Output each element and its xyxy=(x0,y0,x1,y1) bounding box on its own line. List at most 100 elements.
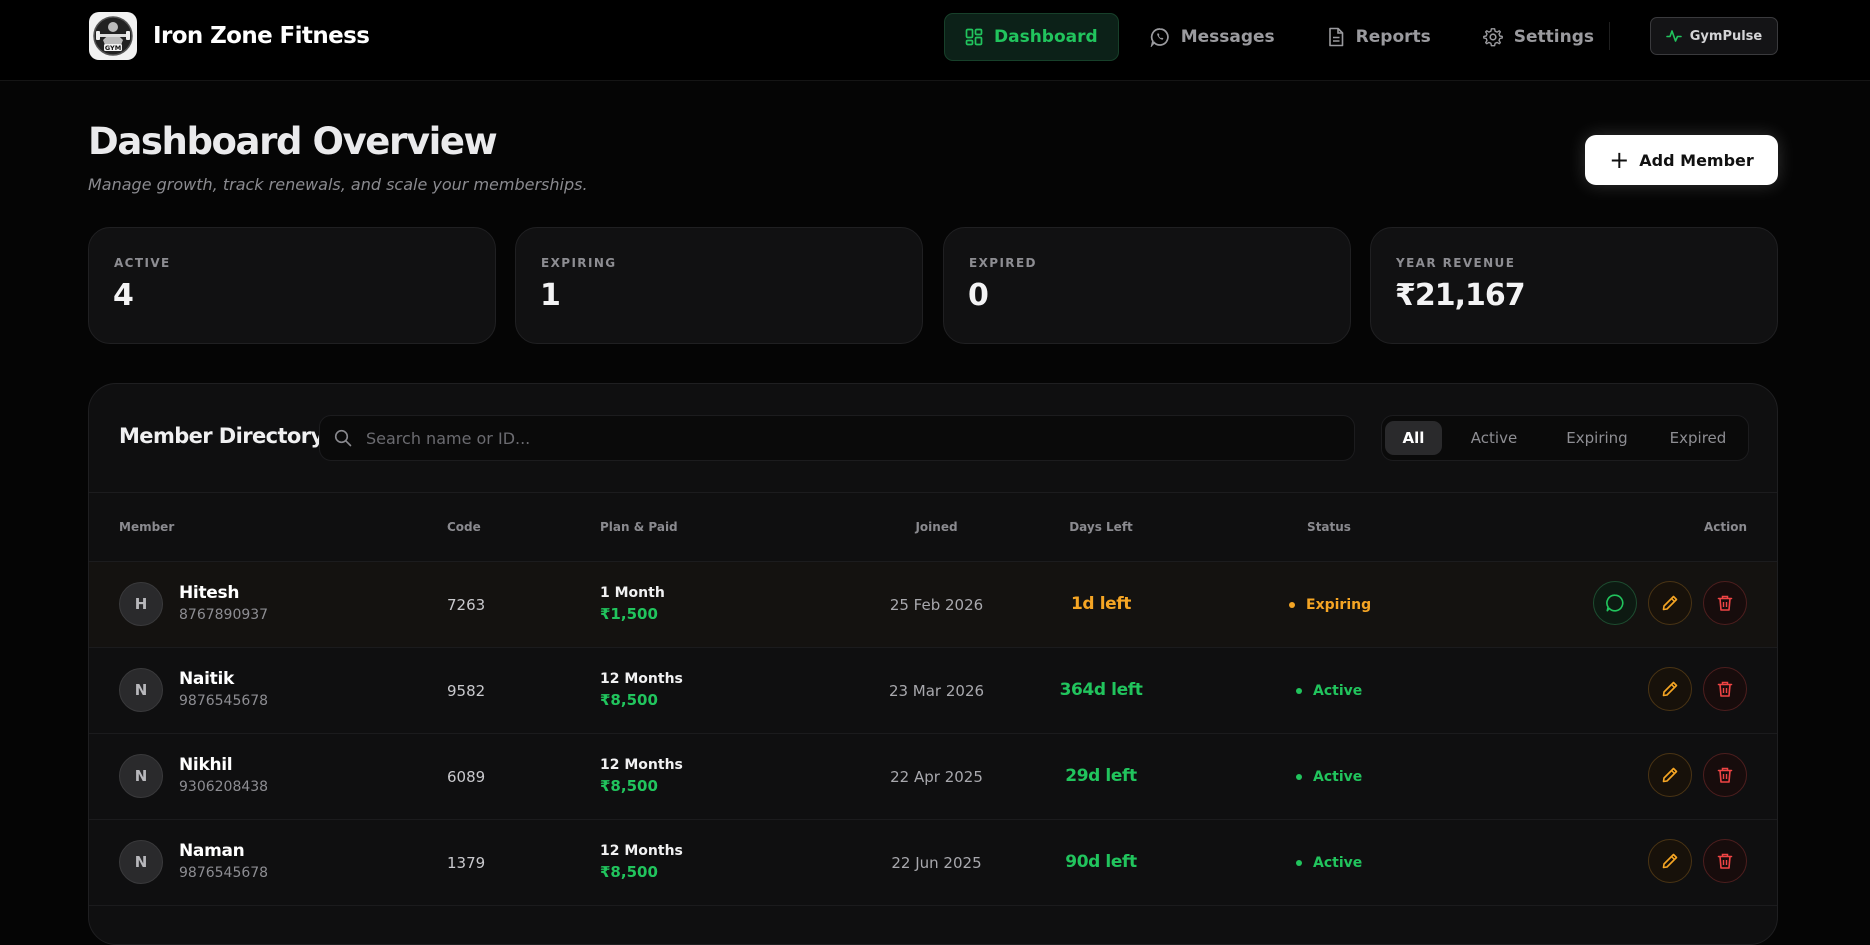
dashboard-grid-icon xyxy=(965,28,983,46)
column-header-days-left: Days Left xyxy=(1069,520,1133,534)
column-header-status: Status xyxy=(1307,520,1351,534)
status-label: Active xyxy=(1313,855,1363,871)
status-dot-icon xyxy=(1289,602,1295,608)
page-subtitle: Manage growth, track renewals, and scale… xyxy=(88,175,588,194)
member-paid: ₹8,500 xyxy=(600,777,658,795)
member-plan: 12 Months xyxy=(600,757,683,773)
gympulse-button[interactable]: GymPulse xyxy=(1650,17,1778,55)
nav-divider xyxy=(1609,22,1610,50)
status-dot-icon xyxy=(1296,774,1302,780)
edit-member-button[interactable] xyxy=(1648,753,1692,797)
days-left: 90d left xyxy=(1065,852,1137,872)
member-phone: 8767890937 xyxy=(179,607,269,623)
member-code: 6089 xyxy=(447,768,486,786)
filter-all[interactable]: All xyxy=(1385,421,1442,455)
directory-title: Member Directory xyxy=(119,424,324,448)
edit-member-button[interactable] xyxy=(1648,581,1692,625)
table-row[interactable]: N Nikhil 9306208438 6089 12 Months ₹8,50… xyxy=(89,734,1777,820)
member-name: Naitik xyxy=(179,669,234,689)
search-icon xyxy=(334,429,352,447)
stat-value: ₹21,167 xyxy=(1395,278,1526,313)
stat-card-expiring: EXPIRING 1 xyxy=(515,227,923,344)
whatsapp-message-button[interactable] xyxy=(1593,581,1637,625)
stat-label: EXPIRED xyxy=(969,256,1037,270)
member-plan: 12 Months xyxy=(600,671,683,687)
whatsapp-icon xyxy=(1606,594,1624,612)
gym-logo-emblem-icon: GYM xyxy=(93,16,133,56)
stat-label: ACTIVE xyxy=(114,256,171,270)
table-row[interactable]: N Naman 9876545678 1379 12 Months ₹8,500… xyxy=(89,820,1777,906)
status-label: Active xyxy=(1313,769,1363,785)
pulse-icon xyxy=(1665,30,1682,42)
column-header-member: Member xyxy=(119,520,175,534)
nav-dashboard-label: Dashboard xyxy=(994,27,1098,47)
avatar: N xyxy=(119,840,163,884)
table-row[interactable]: N Naitik 9876545678 9582 12 Months ₹8,50… xyxy=(89,648,1777,734)
top-navigation-bar: GYM Iron Zone Fitness Dashboard Messages xyxy=(0,0,1870,81)
delete-member-button[interactable] xyxy=(1703,839,1747,883)
delete-member-button[interactable] xyxy=(1703,581,1747,625)
gym-logo: GYM xyxy=(89,12,137,60)
status-badge: Expiring xyxy=(1289,597,1371,613)
member-paid: ₹8,500 xyxy=(600,691,658,709)
pencil-icon xyxy=(1662,767,1678,783)
member-phone: 9876545678 xyxy=(179,693,269,709)
column-header-action: Action xyxy=(1703,520,1747,534)
trash-icon xyxy=(1717,681,1733,697)
pencil-icon xyxy=(1662,681,1678,697)
nav-messages[interactable]: Messages xyxy=(1129,13,1296,61)
stat-label: EXPIRING xyxy=(541,256,617,270)
nav-dashboard[interactable]: Dashboard xyxy=(944,13,1119,61)
member-code: 9582 xyxy=(447,682,486,700)
status-label: Expiring xyxy=(1306,597,1372,613)
member-directory-panel: Member Directory All Active Expiring Exp… xyxy=(88,383,1778,945)
avatar: N xyxy=(119,754,163,798)
stat-card-active: ACTIVE 4 xyxy=(88,227,496,344)
days-left: 1d left xyxy=(1071,594,1131,614)
trash-icon xyxy=(1717,767,1733,783)
nav-settings[interactable]: Settings xyxy=(1462,13,1615,61)
member-phone: 9876545678 xyxy=(179,865,269,881)
search-box[interactable] xyxy=(319,415,1355,461)
member-paid: ₹1,500 xyxy=(600,605,658,623)
stat-value: 0 xyxy=(968,278,989,313)
filter-expiring[interactable]: Expiring xyxy=(1546,421,1648,455)
edit-member-button[interactable] xyxy=(1648,839,1692,883)
status-badge: Active xyxy=(1296,769,1362,785)
nav-messages-label: Messages xyxy=(1180,27,1275,47)
member-plan: 12 Months xyxy=(600,843,683,859)
column-header-plan: Plan & Paid xyxy=(600,520,678,534)
status-badge: Active xyxy=(1296,683,1362,699)
days-left: 364d left xyxy=(1059,680,1143,700)
table-row[interactable]: H Hitesh 8767890937 7263 1 Month ₹1,500 … xyxy=(89,562,1777,648)
status-dot-icon xyxy=(1296,860,1302,866)
stat-card-expired: EXPIRED 0 xyxy=(943,227,1351,344)
add-member-button[interactable]: + Add Member xyxy=(1585,135,1778,185)
member-phone: 9306208438 xyxy=(179,779,269,795)
member-name: Naman xyxy=(179,841,245,861)
trash-icon xyxy=(1717,853,1733,869)
edit-member-button[interactable] xyxy=(1648,667,1692,711)
stat-value: 1 xyxy=(540,278,561,313)
status-badge: Active xyxy=(1296,855,1362,871)
status-label: Active xyxy=(1313,683,1363,699)
stat-label: YEAR REVENUE xyxy=(1396,256,1516,270)
pencil-icon xyxy=(1662,595,1678,611)
nav-reports[interactable]: Reports xyxy=(1306,13,1452,61)
member-code: 7263 xyxy=(447,596,486,614)
gympulse-label: GymPulse xyxy=(1689,28,1763,44)
delete-member-button[interactable] xyxy=(1703,667,1747,711)
stat-card-year-revenue: YEAR REVENUE ₹21,167 xyxy=(1370,227,1778,344)
trash-icon xyxy=(1717,595,1733,611)
search-input[interactable] xyxy=(364,427,1268,449)
whatsapp-icon xyxy=(1150,28,1169,47)
nav-settings-label: Settings xyxy=(1513,27,1595,47)
delete-member-button[interactable] xyxy=(1703,753,1747,797)
brand[interactable]: GYM Iron Zone Fitness xyxy=(89,12,370,60)
gear-icon xyxy=(1482,28,1503,47)
filter-active[interactable]: Active xyxy=(1452,421,1536,455)
plus-icon: + xyxy=(1609,146,1630,174)
days-left: 29d left xyxy=(1065,766,1137,786)
pencil-icon xyxy=(1662,853,1678,869)
filter-expired[interactable]: Expired xyxy=(1652,421,1744,455)
